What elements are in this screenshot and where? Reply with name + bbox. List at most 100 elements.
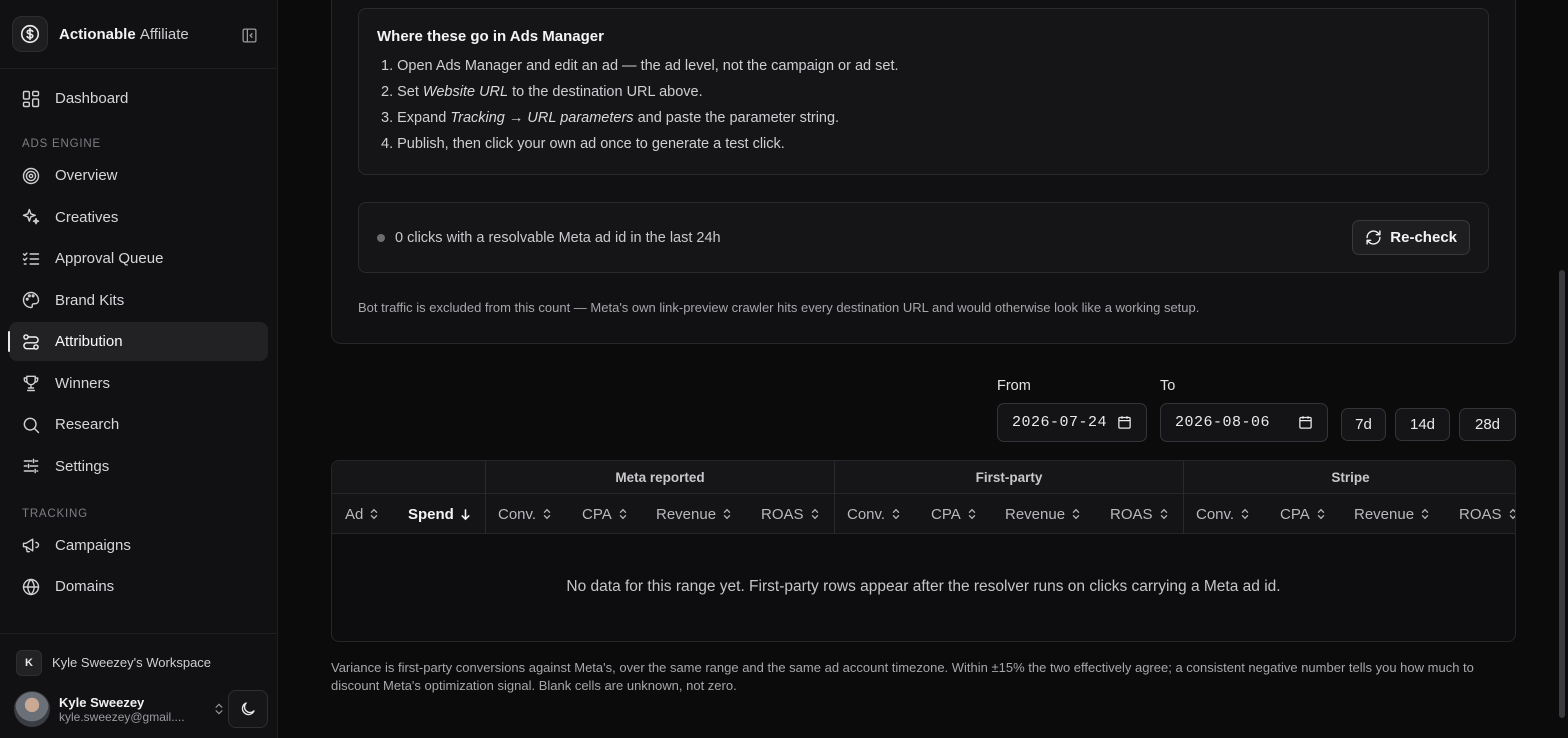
sort-desc-icon	[461, 508, 470, 520]
col-meta-cpa[interactable]: CPA	[582, 494, 628, 534]
sidebar-item-label: Domains	[55, 578, 115, 595]
col-first-party-revenue[interactable]: Revenue	[1005, 494, 1081, 534]
sort-icon	[1072, 508, 1080, 520]
sort-icon	[543, 508, 551, 520]
sidebar-item-label: Attribution	[55, 333, 123, 350]
sidebar-item-winners[interactable]: Winners	[9, 364, 268, 403]
chevron-up-down-icon[interactable]	[211, 701, 227, 717]
col-stripe-revenue[interactable]: Revenue	[1354, 494, 1430, 534]
user-name: Kyle Sweezey	[59, 694, 145, 710]
search-icon	[23, 417, 40, 433]
instruction-step: 2. Set Website URL to the destination UR…	[381, 84, 703, 100]
col-meta-roas[interactable]: ROAS	[761, 494, 820, 534]
col-spend[interactable]: Spend	[408, 494, 471, 534]
workspace-switcher[interactable]: K Kyle Sweezey's Workspace	[0, 634, 277, 691]
route-icon	[23, 333, 39, 350]
main-content: Where these go in Ads Manager 1. Open Ad…	[278, 0, 1568, 738]
col-stripe-conv[interactable]: Conv.	[1196, 494, 1250, 534]
status-dot	[377, 233, 385, 242]
sidebar-nav: Dashboard ADS ENGINE Overview Creatives Appr…	[0, 69, 277, 606]
dashboard-icon	[22, 90, 40, 107]
col-first-party-roas[interactable]: ROAS	[1110, 494, 1169, 534]
col-meta-conv[interactable]: Conv.	[498, 494, 552, 534]
sidebar-collapse-icon[interactable]	[239, 25, 259, 45]
sidebar-footer: K Kyle Sweezey's Workspace Kyle Sweezey …	[0, 633, 277, 728]
sort-icon	[1241, 508, 1249, 520]
sidebar-item-approval-queue[interactable]: Approval Queue	[9, 239, 268, 278]
sidebar-item-label: Brand Kits	[55, 291, 125, 309]
sidebar-item-domains[interactable]: Domains	[9, 567, 268, 606]
table-empty-state: No data for this range yet. First-party …	[566, 578, 1281, 595]
workspace-badge: K	[16, 649, 42, 676]
variance-note: Variance is first-party conversions agai…	[331, 660, 1474, 693]
sidebar-item-campaigns[interactable]: Campaigns	[9, 526, 268, 565]
trophy-icon	[23, 375, 39, 392]
sort-icon	[1421, 508, 1429, 520]
sidebar-item-overview[interactable]: Overview	[9, 156, 268, 195]
sidebar-item-brand-kits[interactable]: Brand Kits	[9, 281, 268, 320]
to-date-value: 2026-08-06	[1175, 414, 1271, 431]
col-first-party-cpa[interactable]: CPA	[931, 494, 977, 534]
from-date-input[interactable]: 2026-07-24	[997, 403, 1147, 442]
click-status-box: 0 clicks with a resolvable Meta ad id in…	[358, 202, 1489, 273]
globe-icon	[22, 578, 40, 595]
click-status-text: 0 clicks with a resolvable Meta ad id in…	[395, 229, 721, 246]
sort-icon	[723, 508, 731, 520]
col-first-party-conv[interactable]: Conv.	[847, 494, 901, 534]
from-label: From	[997, 378, 1031, 394]
sidebar-item-label: Creatives	[55, 208, 119, 226]
sort-icon	[1160, 508, 1167, 520]
sliders-icon	[23, 458, 39, 474]
col-meta-revenue[interactable]: Revenue	[656, 494, 732, 534]
recheck-button[interactable]: Re-check	[1352, 220, 1470, 255]
group-meta-reported: Meta reported	[485, 461, 834, 494]
range-14d-button[interactable]: 14d	[1395, 408, 1450, 441]
nav-section-title: TRACKING	[22, 507, 88, 520]
col-stripe-roas[interactable]: ROAS	[1459, 494, 1515, 534]
brand-name: Actionable Affiliate	[59, 25, 189, 43]
from-date-value: 2026-07-24	[1012, 414, 1108, 431]
range-28d-button[interactable]: 28d	[1459, 408, 1516, 441]
target-icon	[22, 167, 40, 184]
sort-icon	[1509, 508, 1515, 520]
sidebar-item-attribution[interactable]: Attribution	[8, 322, 268, 361]
range-7d-button[interactable]: 7d	[1341, 408, 1386, 441]
sidebar-item-settings[interactable]: Settings	[9, 447, 268, 486]
sidebar-item-label: Winners	[55, 374, 111, 392]
sidebar-item-label: Overview	[55, 167, 118, 184]
group-first-party: First-party	[834, 461, 1183, 494]
main-scrollbar[interactable]	[1559, 270, 1565, 718]
refresh-icon	[1366, 230, 1381, 245]
group-stripe: Stripe	[1183, 461, 1515, 494]
palette-icon	[22, 291, 40, 309]
ads-manager-instructions: Where these go in Ads Manager 1. Open Ad…	[358, 8, 1489, 175]
sidebar-item-dashboard[interactable]: Dashboard	[9, 79, 268, 118]
brand-header: Actionable Affiliate	[0, 0, 277, 69]
sidebar-item-label: Dashboard	[55, 90, 129, 107]
recheck-label: Re-check	[1390, 229, 1457, 246]
user-email: kyle.sweezey@gmail....	[59, 709, 185, 724]
list-check-icon	[22, 251, 40, 265]
col-stripe-cpa[interactable]: CPA	[1280, 494, 1326, 534]
to-date-input[interactable]: 2026-08-06	[1160, 403, 1328, 442]
sort-icon	[811, 508, 818, 520]
workspace-name: Kyle Sweezey's Workspace	[52, 655, 212, 670]
instruction-steps: 1. Open Ads Manager and edit an ad — the…	[377, 53, 1470, 157]
theme-toggle-button[interactable]	[228, 690, 268, 728]
to-label: To	[1160, 378, 1176, 394]
col-ad[interactable]: Ad	[345, 494, 379, 534]
calendar-icon	[1299, 416, 1312, 429]
sort-icon	[892, 508, 900, 520]
sidebar-item-research[interactable]: Research	[9, 405, 268, 444]
instruction-step: 1. Open Ads Manager and edit an ad — the…	[381, 58, 899, 74]
avatar	[14, 691, 50, 727]
sort-icon	[371, 508, 378, 520]
calendar-icon	[1118, 416, 1131, 429]
sidebar-item-creatives[interactable]: Creatives	[9, 198, 268, 237]
user-menu[interactable]: Kyle Sweezey kyle.sweezey@gmail....	[14, 688, 268, 730]
sparkles-icon	[22, 208, 40, 225]
sidebar-item-label: Campaigns	[55, 536, 131, 554]
sort-icon	[1317, 508, 1324, 520]
sidebar-item-label: Approval Queue	[55, 250, 164, 267]
table-column-header: Ad Spend Conv. CPA Revenue ROAS Conv. CPA Reve…	[332, 494, 1515, 534]
